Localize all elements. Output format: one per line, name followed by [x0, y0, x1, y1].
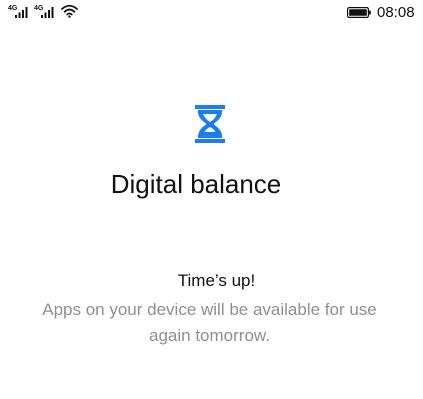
signal-icon	[15, 7, 28, 18]
signal-icon	[41, 7, 54, 18]
battery-icon	[347, 7, 371, 18]
status-bar: 4G 4G 08:08	[0, 0, 423, 26]
hourglass-icon	[195, 105, 225, 143]
page-title: Digital balance	[110, 169, 282, 199]
message-line: Apps on your device will be available fo…	[42, 300, 377, 319]
message-line: again tomorrow.	[149, 326, 270, 345]
message-body: Apps on your device will be available fo…	[0, 297, 419, 349]
message-heading: Time’s up!	[177, 271, 256, 290]
wifi-icon	[61, 4, 78, 18]
status-time: 08:08	[377, 4, 415, 21]
